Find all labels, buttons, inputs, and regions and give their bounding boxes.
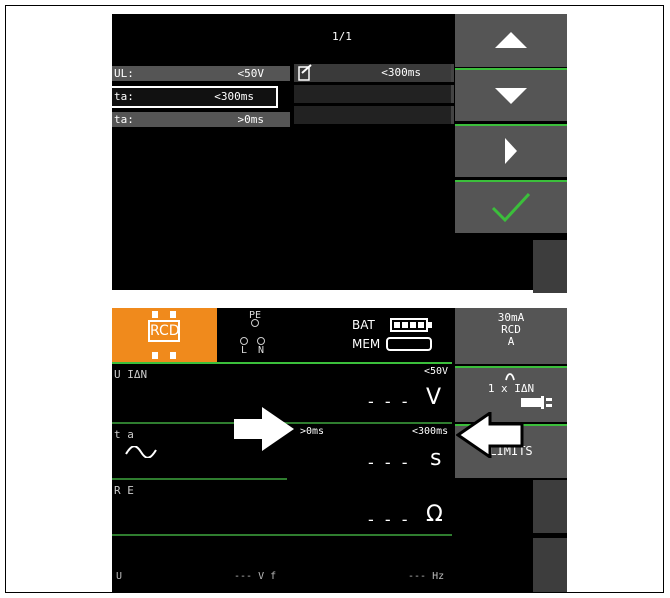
limit-row-ta[interactable]: ta: >0ms	[112, 112, 290, 127]
plug-icon	[521, 396, 552, 409]
row-label-re: R E	[114, 484, 134, 497]
battery-icon	[390, 318, 428, 332]
value-list-row[interactable]	[294, 106, 454, 124]
empty-softkey[interactable]	[533, 538, 567, 592]
test-mode-label: 1 x IΔN	[487, 382, 535, 395]
down-icon	[495, 88, 527, 104]
empty-softkey[interactable]	[533, 480, 567, 533]
unit-v: V	[426, 385, 442, 410]
limit-ta-low: >0ms	[300, 426, 325, 437]
limit-value: <300ms	[214, 90, 254, 103]
memory-icon	[386, 337, 432, 351]
confirm-button[interactable]	[455, 180, 567, 233]
memory-label: MEM	[352, 337, 381, 351]
arrow-left-icon	[456, 412, 524, 458]
value-re: - - -	[368, 510, 411, 529]
unit-s: s	[430, 446, 442, 471]
up-icon	[495, 32, 527, 48]
footer-u: U	[116, 571, 123, 582]
limit-ta-high: <300ms	[412, 426, 449, 437]
row-label-u-idn: U IΔN	[114, 368, 148, 381]
footer-hz: --- Hz	[408, 571, 445, 582]
value-list-row[interactable]	[294, 85, 454, 103]
terminal-l-label: L	[241, 345, 248, 356]
empty-softkey[interactable]	[533, 240, 567, 293]
footer-vf: --- V f	[234, 571, 277, 582]
limit-row-ul[interactable]: UL: <50V	[112, 66, 290, 81]
half-wave-icon	[505, 373, 515, 381]
limit-ul: <50V	[424, 366, 449, 377]
limit-value: <50V	[237, 67, 265, 80]
value-u-idn: - - -	[368, 392, 411, 411]
right-icon	[505, 138, 517, 164]
limit-name: ta:	[114, 113, 134, 126]
limit-name: UL:	[114, 67, 134, 80]
limit-value: >0ms	[237, 113, 265, 126]
ac-wave-icon	[125, 446, 157, 458]
right-button[interactable]	[455, 124, 567, 177]
value-list-head-value: <300ms	[381, 66, 421, 79]
row-label-ta: t a	[114, 428, 134, 441]
battery-label: BAT	[352, 318, 375, 332]
rcd-label: RCD	[148, 320, 180, 342]
value-list-head[interactable]: <300ms	[294, 64, 454, 82]
limit-row-ta-selected[interactable]: ta: <300ms	[110, 86, 278, 108]
rcd-type-button[interactable]: 30mA RCD A	[455, 308, 567, 364]
rcd-class: A	[507, 335, 515, 348]
limit-name: ta:	[114, 90, 134, 103]
terminal-n-label: N	[258, 345, 265, 356]
up-button[interactable]	[455, 14, 567, 67]
rcd-badge: RCD	[112, 308, 217, 364]
unit-ohm: Ω	[426, 502, 443, 527]
edit-document-icon	[298, 64, 312, 81]
arrow-right-icon	[234, 407, 294, 451]
down-button[interactable]	[455, 68, 567, 121]
value-list: <300ms	[294, 64, 454, 127]
terminal-pe-icon	[251, 319, 259, 327]
value-ta: - - -	[368, 453, 411, 472]
check-icon	[491, 192, 531, 223]
page-indicator: 1/1	[332, 30, 352, 43]
